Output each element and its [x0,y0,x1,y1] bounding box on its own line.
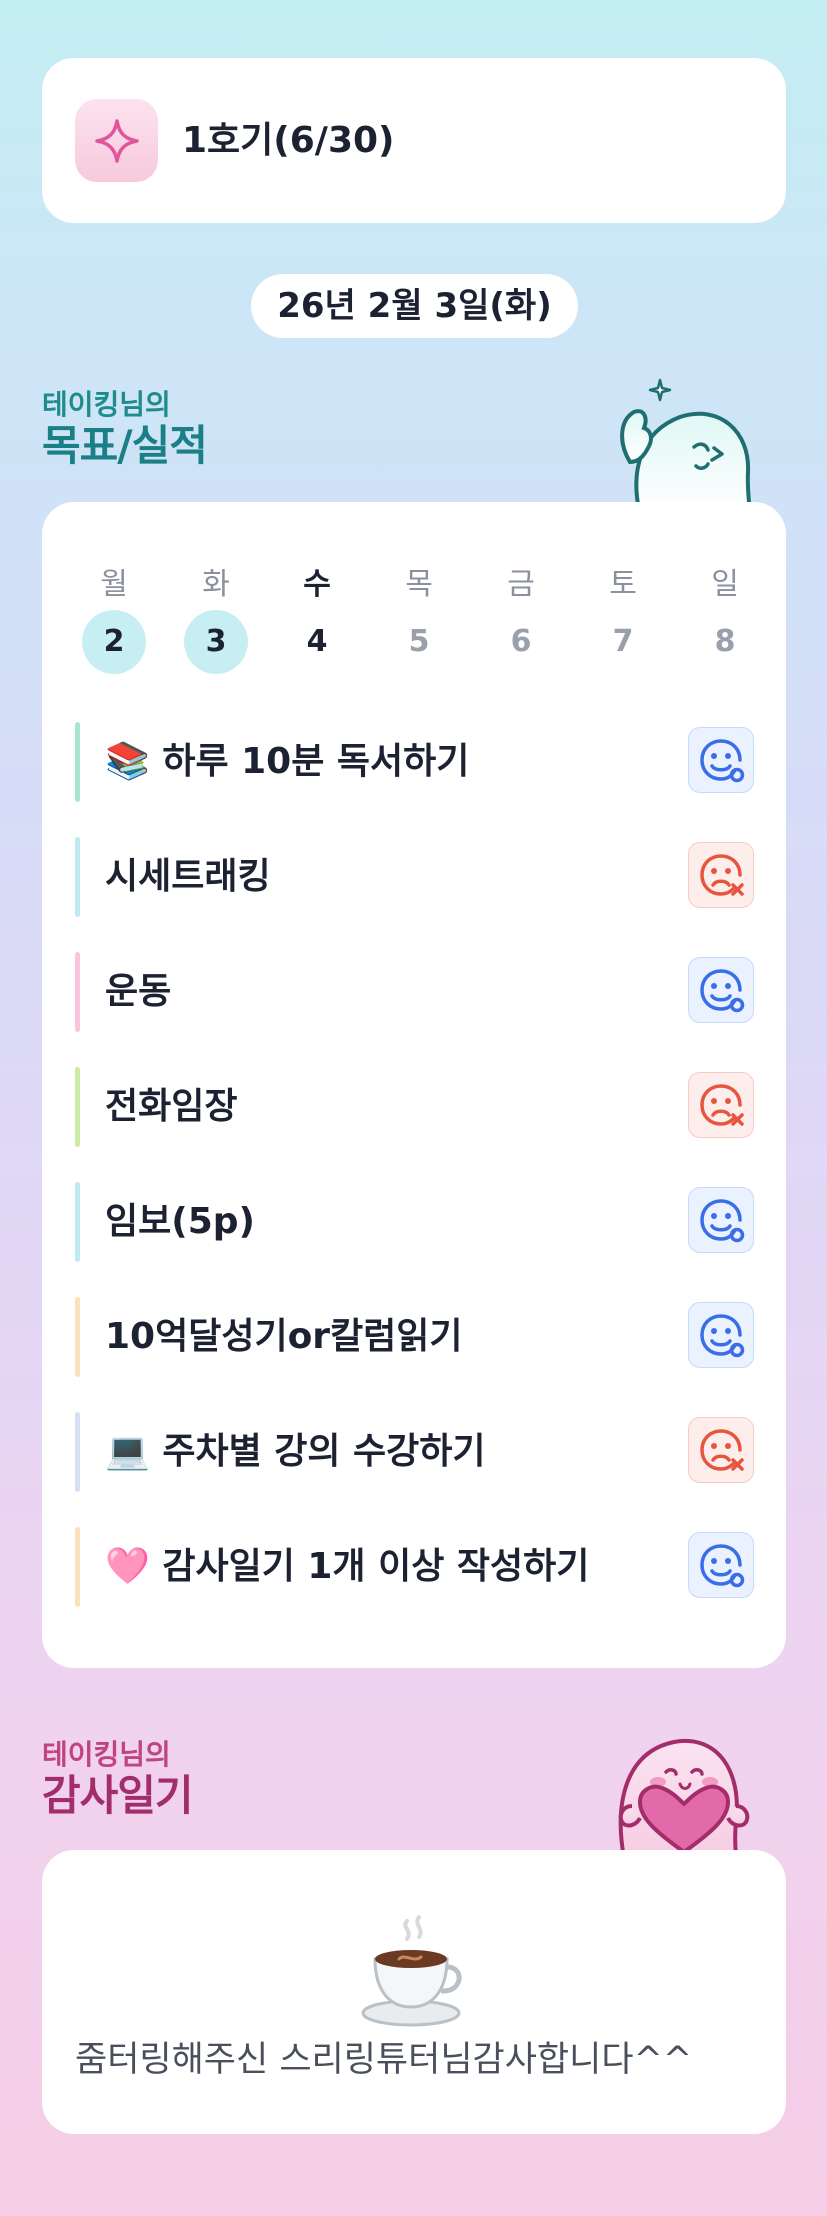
goal-label: 시세트래킹 [105,856,271,897]
goal-color-bar [75,1297,80,1377]
day-name: 월 [100,567,128,602]
goal-label: 💻 주차별 강의 수강하기 [105,1431,486,1472]
day-number[interactable]: 5 [387,610,451,674]
gratitude-card[interactable]: 줌터링해주신 스리링튜터님감사합니다^^ [42,1850,786,2134]
goal-row[interactable]: 운동 [75,952,755,1032]
mascot-thumbs-up-icon [620,378,753,514]
goal-color-bar [75,952,80,1032]
date-pill[interactable]: 26년 2월 3일(화) [251,274,578,338]
goal-color-bar [75,722,80,802]
cohort-label: 1호기(6/30) [182,120,395,161]
day-name: 일 [711,567,739,602]
goal-label: 🩷 감사일기 1개 이상 작성하기 [105,1546,590,1587]
day-name: 금 [507,567,535,602]
goal-row[interactable]: 💻 주차별 강의 수강하기 [75,1412,755,1492]
success-face-icon[interactable] [688,1532,754,1598]
goal-label: 운동 [105,971,172,1012]
goal-row[interactable]: 10억달성기or칼럼읽기 [75,1297,755,1377]
goals-section-title: 목표/실적 [42,421,208,470]
goal-color-bar [75,1412,80,1492]
success-face-icon[interactable] [688,1302,754,1368]
cohort-card[interactable]: 1호기(6/30) [42,58,786,223]
goal-label: 임보(5p) [105,1201,255,1242]
goal-label: 📚 하루 10분 독서하기 [105,741,470,782]
goal-label: 전화임장 [105,1086,238,1127]
day-number[interactable]: 6 [489,610,553,674]
day-number[interactable]: 2 [82,610,146,674]
day-number[interactable]: 7 [591,610,655,674]
day-name: 토 [609,567,637,602]
goal-row[interactable]: 📚 하루 10분 독서하기 [75,722,755,802]
day-number[interactable]: 3 [184,610,248,674]
success-face-icon[interactable] [688,957,754,1023]
goal-label: 10억달성기or칼럼읽기 [105,1316,463,1357]
sparkle-icon [75,99,158,182]
goals-card: 월 2 화 3 수 4 목 5 금 6 토 7 일 8 📚 하루 10분 독서하기시세트래킹운동전화임장임… [42,502,786,1668]
goal-row[interactable]: 전화임장 [75,1067,755,1147]
goal-color-bar [75,1527,80,1607]
day-name: 화 [202,567,230,602]
fail-face-icon[interactable] [688,1072,754,1138]
day-name: 목 [405,567,433,602]
goal-color-bar [75,837,80,917]
success-face-icon[interactable] [688,727,754,793]
fail-face-icon[interactable] [688,1417,754,1483]
success-face-icon[interactable] [688,1187,754,1253]
day-number[interactable]: 8 [693,610,757,674]
day-name: 수 [303,567,331,602]
coffee-cup-icon [361,1915,462,2027]
gratitude-section-title: 감사일기 [42,1771,194,1820]
mascot-heart-icon [618,1738,750,1858]
goal-row[interactable]: 시세트래킹 [75,837,755,917]
goal-row[interactable]: 임보(5p) [75,1182,755,1262]
fail-face-icon[interactable] [688,842,754,908]
gratitude-text: 줌터링해주신 스리링튜터님감사합니다^^ [75,2040,693,2080]
goal-color-bar [75,1067,80,1147]
goal-row[interactable]: 🩷 감사일기 1개 이상 작성하기 [75,1527,755,1607]
goal-color-bar [75,1182,80,1262]
day-number[interactable]: 4 [285,610,349,674]
